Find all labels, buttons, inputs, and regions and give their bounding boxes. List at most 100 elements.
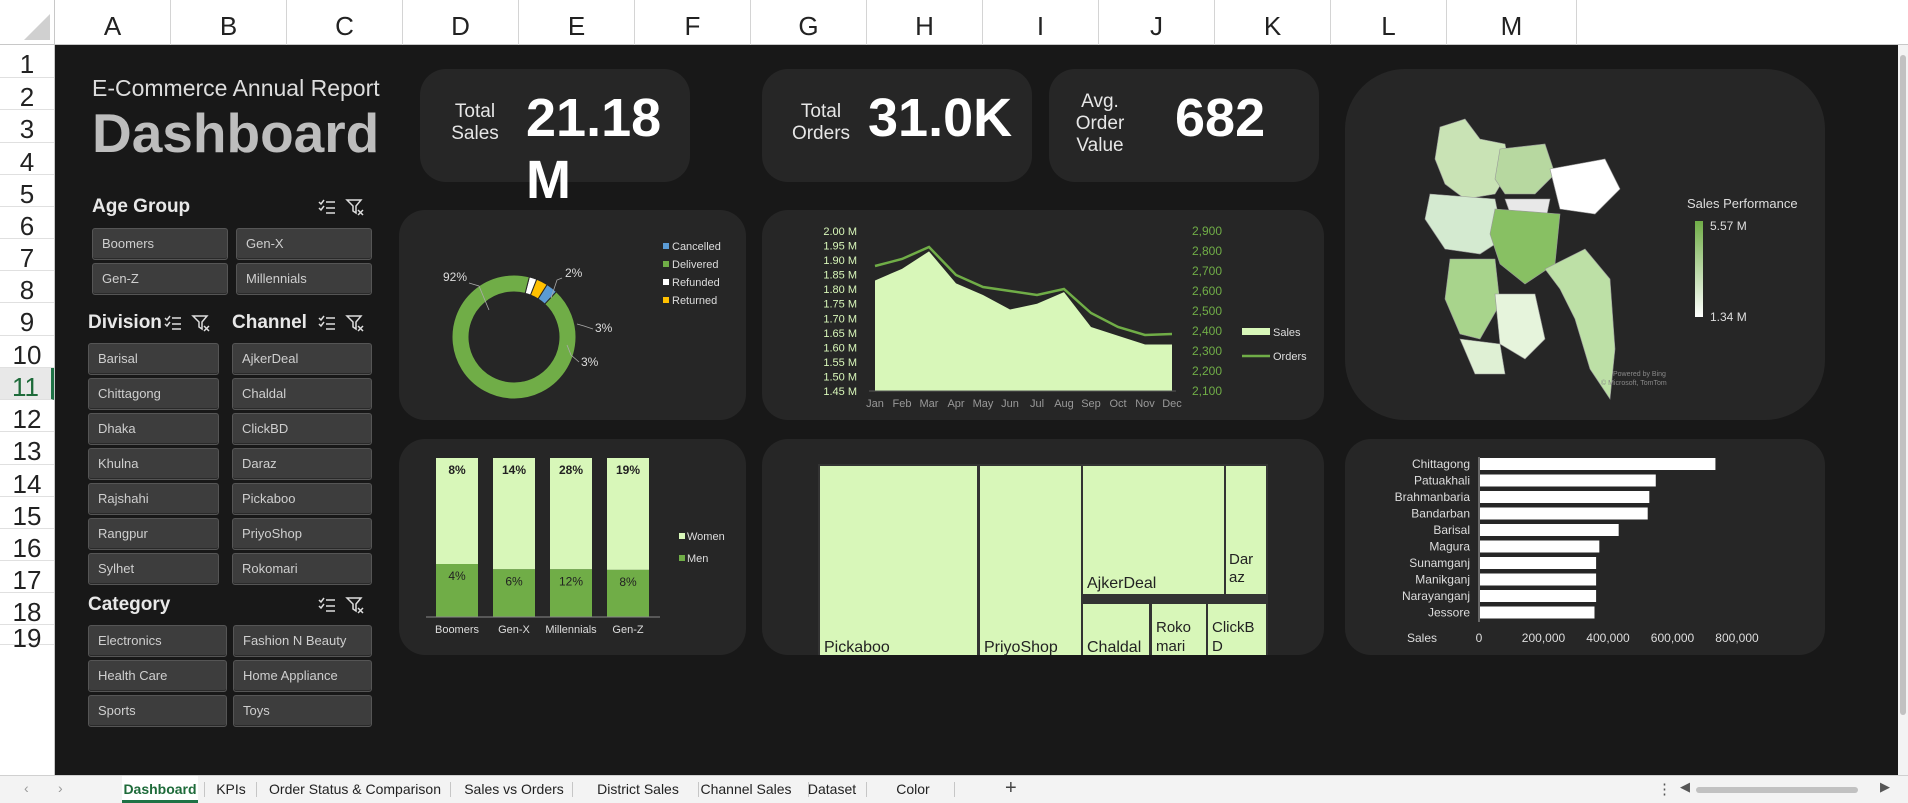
map-region-chittagong[interactable] (1544, 248, 1616, 400)
map-region-sylhet[interactable] (1549, 158, 1621, 215)
sheet-tab[interactable]: District Sales (584, 776, 692, 803)
column-header-D[interactable]: D (403, 0, 519, 45)
select-all-corner[interactable] (0, 0, 55, 45)
map-region-khulna[interactable] (1444, 258, 1501, 340)
row-header-14[interactable]: 14 (0, 465, 54, 499)
y-tick-label: Manikganj (1415, 573, 1470, 587)
sheet-tab[interactable]: Dataset (804, 776, 860, 803)
column-header-J[interactable]: J (1099, 0, 1215, 45)
division-slicer-item[interactable]: Dhaka (88, 413, 219, 445)
row-headers: 1 2 3 4 5 6 7 8 9 10 11 12 13 14 15 16 17 18 19 (0, 45, 55, 775)
channel-slicer-item[interactable]: Rokomari (232, 553, 372, 585)
hscroll-right-icon[interactable]: ▶ (1880, 779, 1890, 795)
column-header-F[interactable]: F (635, 0, 751, 45)
category-slicer-item[interactable]: Electronics (88, 625, 227, 657)
division-slicer-item[interactable]: Barisal (88, 343, 219, 375)
row-header-7[interactable]: 7 (0, 239, 54, 273)
channel-slicer-item[interactable]: ClickBD (232, 413, 372, 445)
district-sales-map[interactable]: Sales Performance 5.57 M 1.34 M Powered by … (1345, 69, 1825, 420)
row-header-8[interactable]: 8 (0, 271, 54, 305)
vertical-scrollbar[interactable] (1898, 45, 1908, 775)
legend-swatch-men (679, 555, 685, 561)
column-header-M[interactable]: M (1447, 0, 1577, 45)
more-options-icon[interactable]: ⋮ (1657, 780, 1672, 798)
column-header-E[interactable]: E (519, 0, 635, 45)
sheet-tab[interactable]: Color Code (878, 776, 948, 803)
map-region-mymensingh[interactable] (1494, 143, 1556, 195)
map-region-barisal[interactable] (1494, 293, 1546, 360)
y-tick-label: 2.00 M (823, 226, 857, 238)
column-header-K[interactable]: K (1215, 0, 1331, 45)
donut-data-label: 3% (595, 321, 613, 335)
row-header-1[interactable]: 1 (0, 45, 54, 79)
row-header-10[interactable]: 10 (0, 336, 54, 370)
map-region-sundarbans[interactable] (1459, 338, 1506, 375)
division-multiselect-icon[interactable] (163, 313, 183, 333)
channel-multiselect-icon[interactable] (317, 313, 337, 333)
division-slicer-item[interactable]: Khulna (88, 448, 219, 480)
sheet-tab[interactable]: Dashboard (122, 776, 198, 803)
channel-slicer-item[interactable]: Daraz (232, 448, 372, 480)
sheet-tab[interactable]: KPIs (212, 776, 250, 803)
scroll-right-icon[interactable]: › (58, 780, 63, 796)
column-header-G[interactable]: G (751, 0, 867, 45)
column-header-H[interactable]: H (867, 0, 983, 45)
division-clear-filter-icon[interactable] (191, 313, 211, 333)
category-slicer-item[interactable]: Fashion N Beauty (233, 625, 372, 657)
age-group-multiselect-icon[interactable] (317, 197, 337, 217)
category-slicer-item[interactable]: Health Care (88, 660, 227, 692)
map-region-rajshahi[interactable] (1424, 193, 1504, 255)
scrollbar-thumb[interactable] (1900, 55, 1906, 715)
row-header-5[interactable]: 5 (0, 175, 54, 209)
channel-clear-filter-icon[interactable] (345, 313, 365, 333)
row-header-16[interactable]: 16 (0, 529, 54, 563)
treemap-label: Pickaboo (824, 639, 890, 655)
age_group-slicer-item[interactable]: Boomers (92, 228, 228, 260)
division-slicer-item[interactable]: Chittagong (88, 378, 219, 410)
column-header-A[interactable]: A (55, 0, 171, 45)
sheet-tab[interactable]: Channel Sales (690, 776, 802, 803)
row-header-4[interactable]: 4 (0, 143, 54, 177)
age_group-slicer-item[interactable]: Millennials (236, 263, 372, 295)
bar-district (1480, 507, 1648, 520)
division-slicer-item[interactable]: Sylhet (88, 553, 219, 585)
row-header-19[interactable]: 19 (0, 625, 54, 651)
division-slicer-item[interactable]: Rajshahi (88, 483, 219, 515)
add-sheet-button[interactable]: + (1005, 777, 1017, 800)
bar-label-men: 12% (559, 574, 583, 588)
channel-slicer-item[interactable]: AjkerDeal (232, 343, 372, 375)
category-multiselect-icon[interactable] (317, 595, 337, 615)
row-header-11[interactable]: 11 (0, 368, 54, 402)
category-clear-filter-icon[interactable] (345, 595, 365, 615)
row-header-2[interactable]: 2 (0, 78, 54, 112)
row-header-3[interactable]: 3 (0, 110, 54, 144)
age-group-clear-filter-icon[interactable] (345, 197, 365, 217)
category-slicer-item[interactable]: Home Appliance (233, 660, 372, 692)
row-header-9[interactable]: 9 (0, 303, 54, 337)
row-header-17[interactable]: 17 (0, 561, 54, 595)
row-header-15[interactable]: 15 (0, 497, 54, 531)
row-header-6[interactable]: 6 (0, 207, 54, 241)
age_group-slicer-item[interactable]: Gen-Z (92, 263, 228, 295)
category-slicer-item[interactable]: Sports (88, 695, 227, 727)
sheet-tab[interactable]: Order Status & Comparison (266, 776, 444, 803)
division-slicer-item[interactable]: Rangpur (88, 518, 219, 550)
treemap-label: ClickB (1212, 619, 1255, 636)
channel-slicer-item[interactable]: Chaldal (232, 378, 372, 410)
row-header-18[interactable]: 18 (0, 593, 54, 627)
category-slicer-item[interactable]: Toys (233, 695, 372, 727)
row-header-12[interactable]: 12 (0, 400, 54, 434)
channel-slicer-item[interactable]: Pickaboo (232, 483, 372, 515)
channel-slicer-item[interactable]: PriyoShop (232, 518, 372, 550)
hscroll-left-icon[interactable]: ◀ (1680, 779, 1690, 795)
column-header-C[interactable]: C (287, 0, 403, 45)
column-header-B[interactable]: B (171, 0, 287, 45)
column-header-I[interactable]: I (983, 0, 1099, 45)
row-header-13[interactable]: 13 (0, 432, 54, 466)
age_group-slicer-item[interactable]: Gen-X (236, 228, 372, 260)
sheet-tab[interactable]: Sales vs Orders (462, 776, 566, 803)
scroll-left-icon[interactable]: ‹ (24, 780, 29, 796)
column-header-L[interactable]: L (1331, 0, 1447, 45)
horizontal-scrollbar[interactable] (1696, 787, 1858, 793)
donut-data-label: 3% (581, 355, 599, 369)
